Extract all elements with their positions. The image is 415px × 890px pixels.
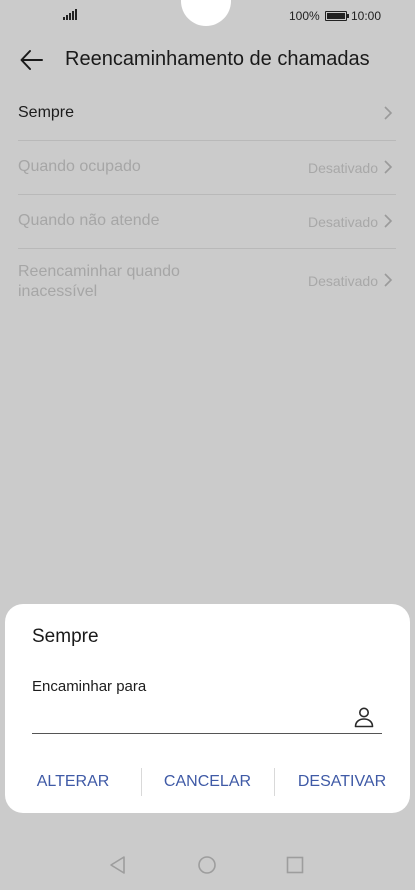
list-item-quando-ocupado[interactable]: Quando ocupado Desativado <box>18 141 396 195</box>
status-bar: 100% 10:00 <box>0 0 415 32</box>
signal-icon <box>63 9 77 20</box>
list-item-label: Reencaminhar quando inacessível <box>18 263 180 300</box>
forward-dialog: Sempre Encaminhar para ALTERAR CANCELAR … <box>5 604 410 813</box>
chevron-right-icon <box>384 106 393 120</box>
field-underline <box>32 733 382 734</box>
list-item-label: Quando não atende <box>18 212 160 229</box>
list-item-status: Desativado <box>307 160 378 176</box>
disable-button[interactable]: DESATIVAR <box>274 764 410 800</box>
cancel-button[interactable]: CANCELAR <box>141 764 274 800</box>
chevron-right-icon <box>384 160 393 174</box>
list-item-label: Sempre <box>18 104 75 121</box>
forward-number-input[interactable] <box>32 707 350 731</box>
back-triangle-icon[interactable] <box>108 855 128 875</box>
list-item-label: Quando ocupado <box>18 158 141 175</box>
recents-square-icon[interactable] <box>285 855 305 875</box>
dialog-actions: ALTERAR CANCELAR DESATIVAR <box>5 764 410 800</box>
list-item-quando-nao-atende[interactable]: Quando não atende Desativado <box>18 195 396 249</box>
home-circle-icon[interactable] <box>197 855 217 875</box>
battery-icon <box>325 11 349 21</box>
contact-person-icon[interactable] <box>352 705 376 729</box>
camera-notch <box>181 0 231 26</box>
forwarding-options-list: Sempre Quando ocupado Desativado Quando … <box>18 87 396 313</box>
battery-percentage: 100% <box>289 9 320 23</box>
list-item-status: Desativado <box>307 214 378 230</box>
chevron-right-icon <box>384 214 393 228</box>
field-label: Encaminhar para <box>32 678 147 695</box>
navigation-bar <box>0 845 415 885</box>
list-item-inacessivel[interactable]: Reencaminhar quando inacessível Desativa… <box>18 249 396 313</box>
alter-button[interactable]: ALTERAR <box>5 764 141 800</box>
dialog-title: Sempre <box>32 626 99 647</box>
back-button[interactable] <box>18 46 46 74</box>
page-title: Reencaminhamento de chamadas <box>65 48 370 70</box>
chevron-right-icon <box>384 273 393 287</box>
arrow-left-icon <box>20 50 43 70</box>
battery-fill <box>327 13 345 19</box>
list-item-status: Desativado <box>307 273 378 289</box>
list-item-sempre[interactable]: Sempre <box>18 87 396 141</box>
status-time: 10:00 <box>351 9 382 23</box>
